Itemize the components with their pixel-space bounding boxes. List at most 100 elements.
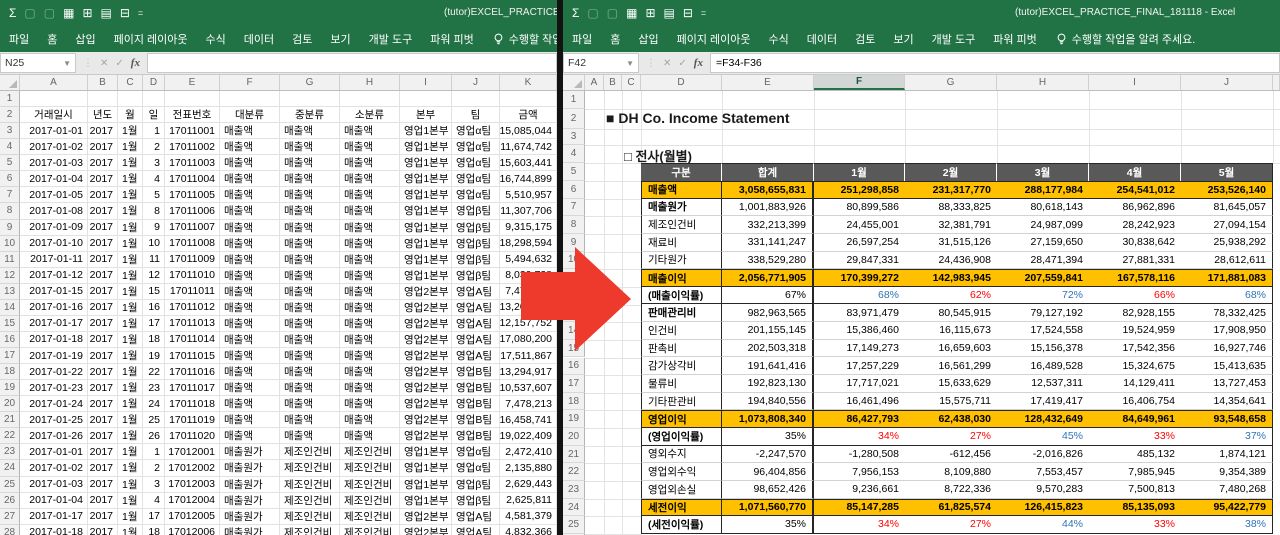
cell[interactable]: 영업α팀 [452,187,500,204]
cell[interactable]: 254,541,012 [1089,181,1181,199]
income-row-label[interactable]: 기타판관비 [641,392,722,411]
cell[interactable]: 23 [143,380,165,397]
cell[interactable]: 매출액 [280,299,340,316]
column-header-E[interactable]: E [165,75,220,90]
cell[interactable]: 영업1본부 [400,492,452,509]
cell[interactable]: 매출액 [280,171,340,188]
cell[interactable]: 2017-01-04 [20,171,88,188]
cell[interactable]: 17,257,229 [814,357,905,376]
cell[interactable]: 9,236,661 [814,481,905,499]
cell[interactable]: 16,561,299 [905,357,997,376]
ribbon-tab-2[interactable]: 삽입 [629,26,667,52]
cell[interactable]: 매출액 [220,219,280,236]
column-header-G[interactable]: G [280,75,340,90]
enter-icon[interactable]: ✓ [115,58,123,69]
qat-customize-icon[interactable]: = [701,8,706,18]
copy-doc-icon[interactable]: ▢ [607,7,618,19]
ribbon-tab-6[interactable]: 검토 [846,26,884,52]
cell[interactable]: 32,381,791 [905,216,997,234]
cell[interactable]: 19 [143,348,165,365]
cell[interactable]: 매출액 [340,171,400,188]
cell[interactable]: 1월 [118,348,143,365]
cell[interactable]: 45% [997,428,1089,446]
ribbon-tab-8[interactable]: 개발 도구 [360,26,422,52]
cell[interactable]: 28,612,611 [1181,251,1273,270]
cell[interactable]: 12,537,311 [997,375,1089,393]
cell[interactable]: 95,422,779 [1181,498,1273,517]
cell[interactable]: 17,080,200 [500,331,557,348]
cell[interactable]: 제조인건비 [340,524,400,535]
income-row-label[interactable]: (매출이익률) [641,286,722,305]
cell[interactable] [20,91,88,108]
cell[interactable]: 4 [143,171,165,188]
cell[interactable]: 매출액 [340,380,400,397]
cell[interactable]: 8 [143,203,165,220]
merge-cells-icon[interactable]: ⊞ [82,7,92,19]
cell[interactable]: 매출액 [340,267,400,284]
cell[interactable]: 82,928,155 [1089,304,1181,323]
cell[interactable]: 2017 [88,187,118,204]
cell[interactable]: 34% [814,516,905,534]
row-header-28[interactable]: 28 [0,524,20,535]
income-row-label[interactable]: (영업이익률) [641,427,722,446]
namebox-dropdown-icon[interactable]: ▼ [626,59,634,68]
row-header-7[interactable]: 7 [0,187,20,204]
cell[interactable]: 영업α팀 [452,155,500,172]
cell[interactable]: 영업A팀 [452,524,500,535]
ribbon-tab-4[interactable]: 수식 [760,26,798,52]
select-all-corner[interactable] [0,75,20,90]
cell[interactable]: 매출액 [280,251,340,268]
cell[interactable]: 7,985,945 [1089,463,1181,481]
cell[interactable]: 매출원가 [220,524,280,535]
income-row-label[interactable]: 제조인건비 [641,216,722,234]
cell[interactable]: 80,618,143 [997,199,1089,217]
cell[interactable]: 2017 [88,267,118,284]
cell[interactable]: 영업α팀 [452,444,500,461]
cell[interactable]: 1월 [118,203,143,220]
cell[interactable]: 24,987,099 [997,216,1089,234]
cell[interactable]: 매출액 [220,412,280,429]
cell[interactable]: 1월 [118,476,143,493]
cell[interactable]: 17011010 [165,267,220,284]
cell[interactable]: 26,597,254 [814,234,905,252]
cell[interactable]: 79,127,192 [997,304,1089,323]
cell[interactable]: 8,039,738 [500,267,557,284]
cell[interactable]: 영업2본부 [400,299,452,316]
cell[interactable]: 매출액 [220,364,280,381]
cell[interactable]: 매출액 [280,283,340,300]
cell[interactable]: 25,938,292 [1181,233,1273,252]
cell[interactable]: 31,515,126 [905,234,997,252]
row-header-19[interactable]: 19 [563,410,585,429]
cell[interactable]: 매출액 [340,412,400,429]
cell[interactable]: 80,899,586 [814,199,905,217]
fbar-splitter[interactable]: ⋮ [83,58,93,69]
cell[interactable]: 2017-01-18 [20,524,88,535]
cell[interactable]: 19,022,409 [500,428,557,445]
cell[interactable]: 16,461,496 [814,393,905,411]
cell[interactable]: 영업B팀 [452,396,500,413]
cell[interactable]: 15,085,044 [500,123,557,140]
cell[interactable]: 매출원가 [220,476,280,493]
cell[interactable]: 207,559,841 [997,269,1089,287]
cell[interactable]: 2017 [88,492,118,509]
cell[interactable]: 27% [905,428,997,446]
cell[interactable]: 1월 [118,299,143,316]
name-box[interactable]: F42 ▼ [563,53,639,73]
cell[interactable]: 매출액 [220,396,280,413]
cell[interactable]: 80,545,915 [905,304,997,323]
cell[interactable]: 24 [143,396,165,413]
cell[interactable]: 1월 [118,123,143,140]
column-header-B[interactable]: B [88,75,118,90]
cell[interactable]: 영업α팀 [452,139,500,156]
cell[interactable]: 1,001,883,926 [722,198,814,217]
ribbon-tab-9[interactable]: 파워 피벗 [984,26,1046,52]
cell[interactable]: 매출액 [340,203,400,220]
row-header-27[interactable]: 27 [0,508,20,525]
cell[interactable]: 2017 [88,412,118,429]
cell[interactable]: 2017-01-10 [20,235,88,252]
cell[interactable]: 15,575,711 [905,393,997,411]
cell[interactable]: 영업2본부 [400,396,452,413]
cell[interactable]: 201,155,145 [722,322,814,340]
cell[interactable]: 년도 [88,107,118,124]
cell[interactable]: 영업1본부 [400,267,452,284]
